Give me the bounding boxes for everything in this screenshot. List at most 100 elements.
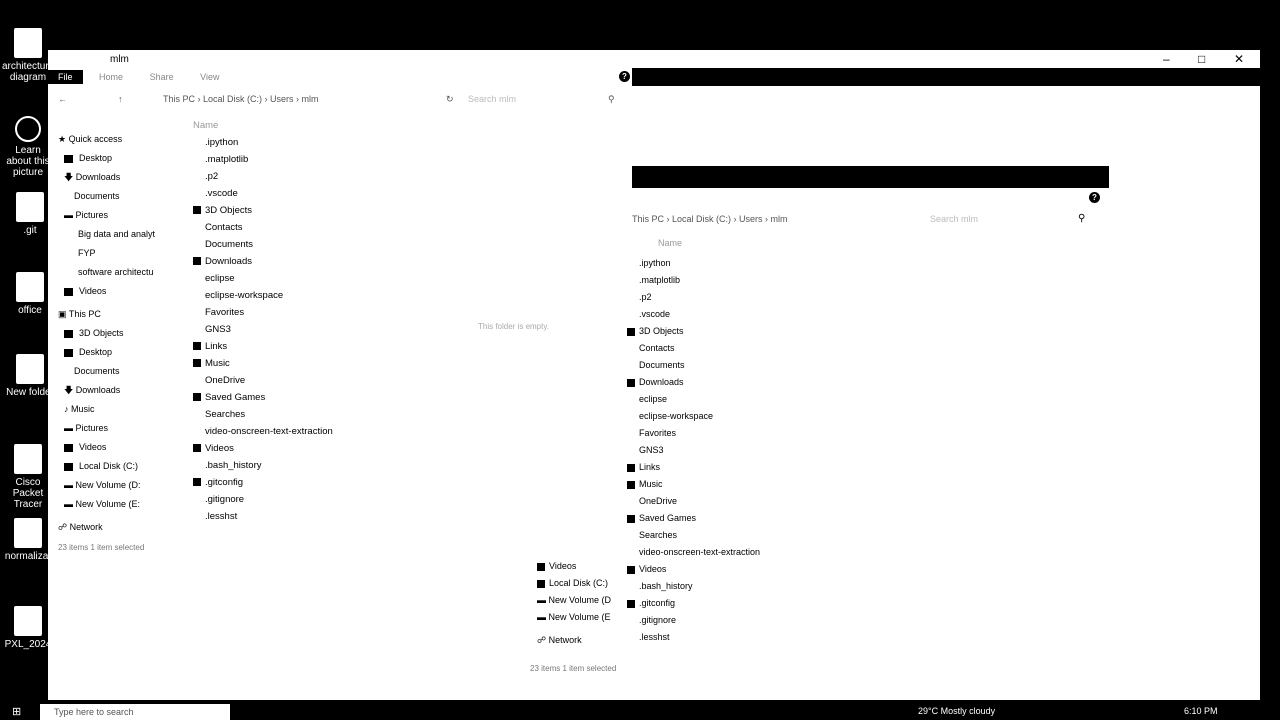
- nav-network[interactable]: ☍ Network: [58, 518, 183, 537]
- list-item[interactable]: .matplotlib: [627, 272, 827, 289]
- list-item[interactable]: Contacts: [627, 340, 827, 357]
- nav-item-bigdata[interactable]: Big data and analyt: [58, 225, 183, 244]
- list-item[interactable]: .ipython: [193, 134, 408, 151]
- overlay-column-header-name[interactable]: Name: [658, 238, 682, 248]
- list-item[interactable]: Documents: [193, 236, 408, 253]
- breadcrumb-item[interactable]: Users: [270, 94, 294, 104]
- up-arrow-icon[interactable]: ↑: [118, 94, 123, 104]
- refresh-icon[interactable]: ↻: [446, 94, 454, 105]
- list-item[interactable]: .p2: [193, 168, 408, 185]
- list-item[interactable]: .lesshst: [193, 508, 408, 525]
- list-item[interactable]: Favorites: [193, 304, 408, 321]
- list-item[interactable]: 3D Objects: [193, 202, 408, 219]
- breadcrumb-item[interactable]: Local Disk (C:): [672, 214, 731, 224]
- list-item[interactable]: .p2: [627, 289, 827, 306]
- desktop-icon-pxl[interactable]: PXL_2024: [2, 606, 54, 650]
- nav-item-vol-d[interactable]: ▬ New Volume (D: [537, 592, 637, 609]
- list-item[interactable]: Links: [627, 459, 827, 476]
- list-item[interactable]: Contacts: [193, 219, 408, 236]
- list-item[interactable]: .lesshst: [627, 629, 827, 646]
- column-header-name[interactable]: Name: [193, 117, 408, 134]
- list-item[interactable]: .matplotlib: [193, 151, 408, 168]
- taskbar-search-input[interactable]: Type here to search: [40, 704, 230, 720]
- minimize-button[interactable]: –: [1163, 52, 1170, 66]
- nav-item-fyp[interactable]: FYP: [58, 244, 183, 263]
- list-item[interactable]: .bash_history: [193, 457, 408, 474]
- list-item[interactable]: Documents: [627, 357, 827, 374]
- overlay-search-input[interactable]: Search mlm: [930, 214, 978, 224]
- list-item[interactable]: .gitignore: [627, 612, 827, 629]
- breadcrumb-item[interactable]: This PC: [163, 94, 195, 104]
- list-item[interactable]: .gitconfig: [193, 474, 408, 491]
- nav-item-vol-d[interactable]: ▬ New Volume (D:: [58, 476, 183, 495]
- list-item[interactable]: video-onscreen-text-extraction: [193, 423, 408, 440]
- list-item[interactable]: Downloads: [627, 374, 827, 391]
- breadcrumb-item[interactable]: mlm: [302, 94, 319, 104]
- list-item[interactable]: .vscode: [193, 185, 408, 202]
- list-item[interactable]: Searches: [193, 406, 408, 423]
- nav-this-pc[interactable]: ▣ This PC: [58, 305, 183, 324]
- list-item[interactable]: OneDrive: [627, 493, 827, 510]
- breadcrumb-item[interactable]: mlm: [771, 214, 788, 224]
- list-item[interactable]: eclipse: [627, 391, 827, 408]
- tab-view[interactable]: View: [190, 70, 229, 84]
- breadcrumb-item[interactable]: Local Disk (C:): [203, 94, 262, 104]
- back-arrow-icon[interactable]: ←: [58, 94, 67, 104]
- help-icon[interactable]: ?: [1089, 192, 1100, 203]
- nav-item-pictures[interactable]: ▬ Pictures: [58, 206, 183, 225]
- list-item[interactable]: OneDrive: [193, 372, 408, 389]
- list-item[interactable]: .gitconfig: [627, 595, 827, 612]
- close-button[interactable]: ✕: [1234, 52, 1244, 66]
- list-item[interactable]: eclipse: [193, 270, 408, 287]
- nav-item-vol-e[interactable]: ▬ New Volume (E: [537, 609, 637, 626]
- list-item[interactable]: GNS3: [627, 442, 827, 459]
- nav-item-music[interactable]: ♪ Music: [58, 400, 183, 419]
- list-item[interactable]: Favorites: [627, 425, 827, 442]
- desktop-icon-architecture[interactable]: architecture diagram: [2, 28, 54, 83]
- list-item[interactable]: .vscode: [627, 306, 827, 323]
- weather-widget[interactable]: 29°C Mostly cloudy: [918, 706, 995, 716]
- breadcrumb-item[interactable]: This PC: [632, 214, 664, 224]
- nav-item-pc-pictures[interactable]: ▬ Pictures: [58, 419, 183, 438]
- nav-item-vol-e[interactable]: ▬ New Volume (E:: [58, 495, 183, 514]
- list-item[interactable]: .gitignore: [193, 491, 408, 508]
- list-item[interactable]: .bash_history: [627, 578, 827, 595]
- tab-file[interactable]: File: [48, 70, 83, 84]
- list-item[interactable]: Saved Games: [193, 389, 408, 406]
- list-item[interactable]: Music: [193, 355, 408, 372]
- list-item[interactable]: GNS3: [193, 321, 408, 338]
- nav-item-local-disk[interactable]: Local Disk (C:): [58, 457, 183, 476]
- nav-item-3d[interactable]: 3D Objects: [58, 324, 183, 343]
- nav-item-desktop[interactable]: Desktop: [58, 149, 183, 168]
- start-icon[interactable]: ⊞: [12, 705, 21, 718]
- maximize-button[interactable]: □: [1198, 52, 1205, 66]
- list-item[interactable]: Videos: [627, 561, 827, 578]
- desktop-icon-learn[interactable]: Learn about this picture: [2, 116, 54, 178]
- desktop-icon-cisco[interactable]: Cisco Packet Tracer: [2, 444, 54, 510]
- nav-item-videos[interactable]: Videos: [537, 558, 637, 575]
- nav-network[interactable]: ☍ Network: [537, 632, 637, 649]
- list-item[interactable]: Videos: [193, 440, 408, 457]
- nav-quick-access[interactable]: ★ Quick access: [58, 130, 183, 149]
- list-item[interactable]: Downloads: [193, 253, 408, 270]
- breadcrumb-item[interactable]: Users: [739, 214, 763, 224]
- nav-item-software[interactable]: software architectu: [58, 263, 183, 282]
- nav-item-pc-desktop[interactable]: Desktop: [58, 343, 183, 362]
- desktop-icon-normalizat[interactable]: normalizat: [2, 518, 54, 562]
- list-item[interactable]: eclipse-workspace: [193, 287, 408, 304]
- search-input[interactable]: Search mlm: [468, 94, 516, 104]
- list-item[interactable]: Music: [627, 476, 827, 493]
- list-item[interactable]: video-onscreen-text-extraction: [627, 544, 827, 561]
- nav-item-local-disk[interactable]: Local Disk (C:): [537, 575, 637, 592]
- list-item[interactable]: 3D Objects: [627, 323, 827, 340]
- list-item[interactable]: .ipython: [627, 255, 827, 272]
- help-icon[interactable]: ?: [619, 71, 630, 82]
- list-item[interactable]: Searches: [627, 527, 827, 544]
- nav-item-documents[interactable]: Documents: [58, 187, 183, 206]
- nav-item-downloads[interactable]: 🡇 Downloads: [58, 168, 183, 187]
- clock[interactable]: 6:10 PM: [1184, 706, 1218, 716]
- nav-item-pc-downloads[interactable]: 🡇 Downloads: [58, 381, 183, 400]
- nav-item-pc-videos[interactable]: Videos: [58, 438, 183, 457]
- tab-home[interactable]: Home: [89, 70, 133, 84]
- address-bar[interactable]: ← ↑ This PC › Local Disk (C:) › Users › …: [48, 94, 623, 108]
